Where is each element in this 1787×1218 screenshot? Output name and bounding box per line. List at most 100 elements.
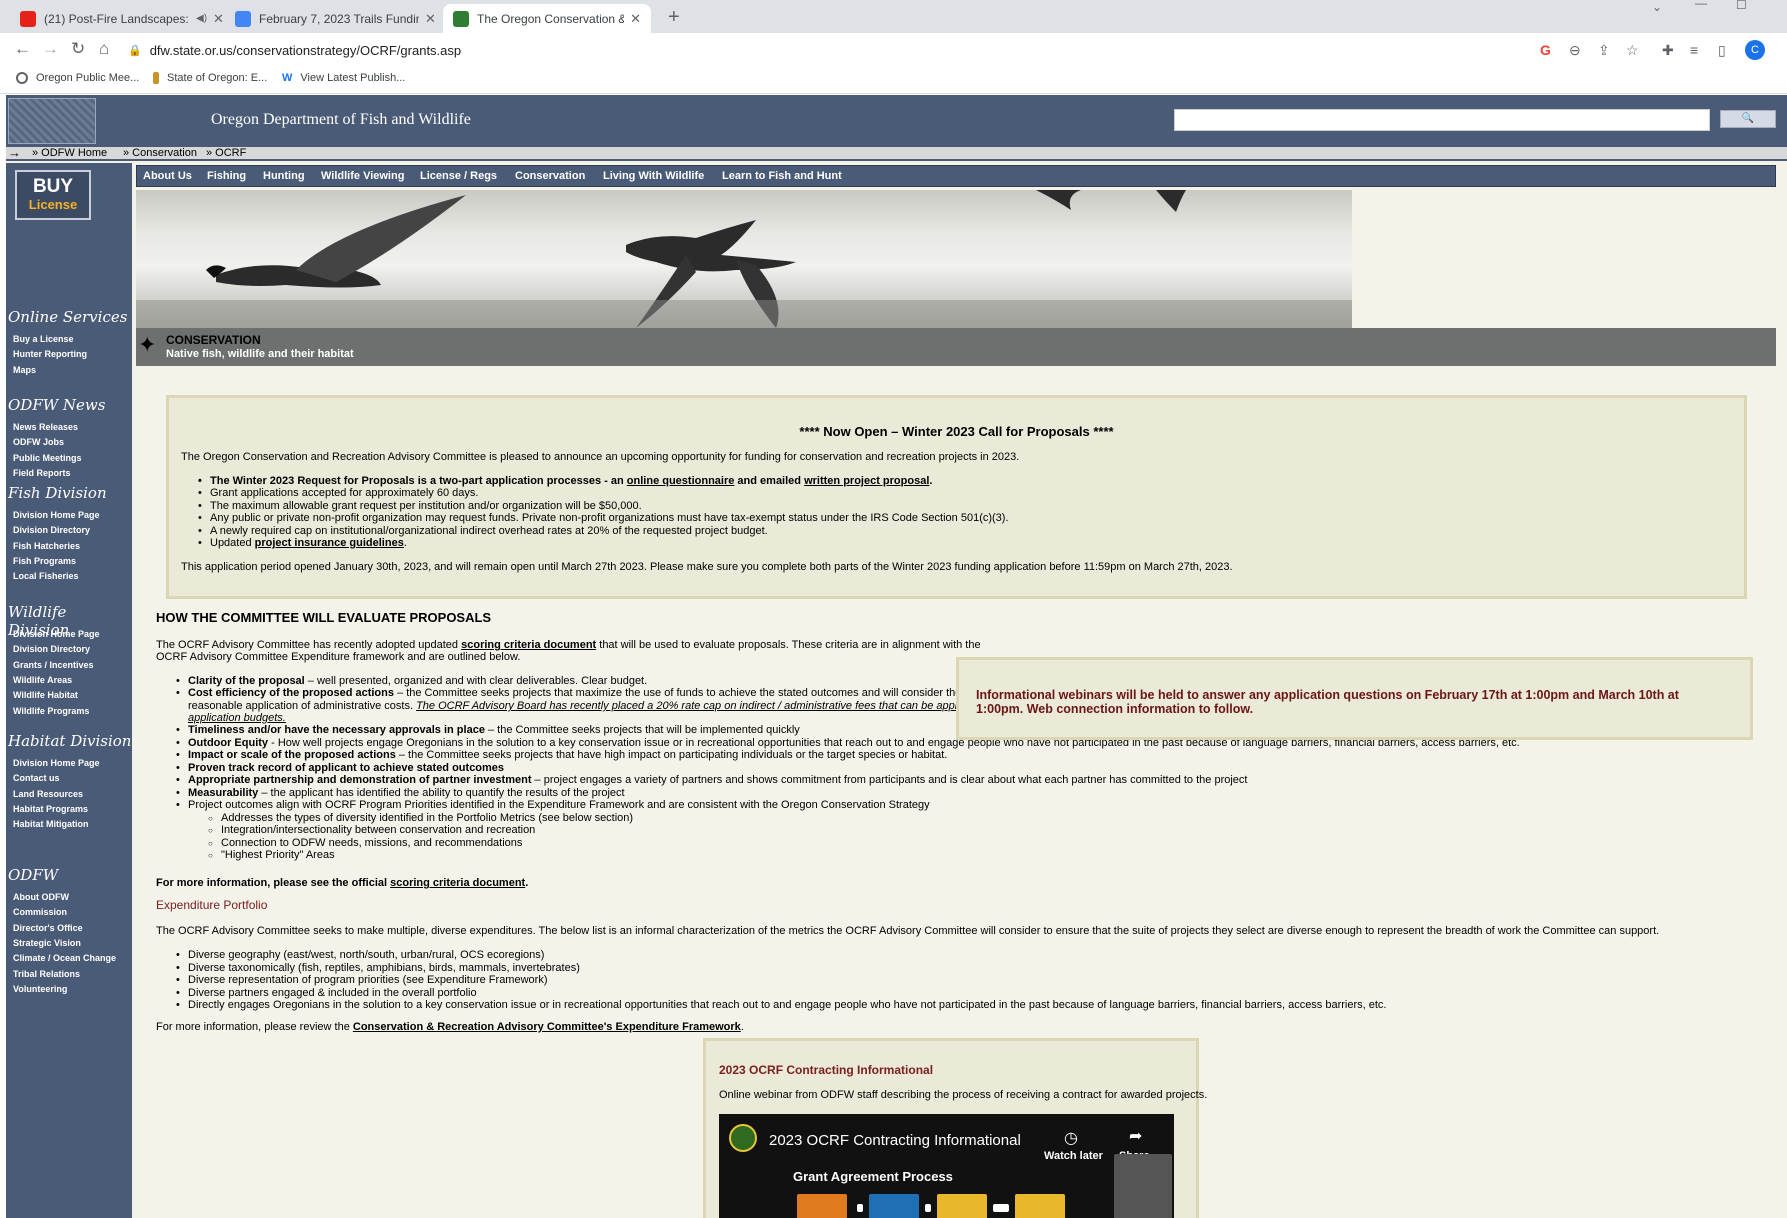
geese-illustration bbox=[136, 190, 1352, 328]
search-button[interactable]: 🔍 bbox=[1720, 110, 1776, 128]
sidebar-link[interactable]: Wildlife Areas bbox=[13, 675, 72, 685]
clock-icon[interactable]: ◷ bbox=[1064, 1128, 1078, 1148]
share-arrow-icon[interactable]: ➦ bbox=[1129, 1126, 1142, 1146]
bookmark-item[interactable]: State of Oregon: E... bbox=[153, 72, 267, 84]
written-project-proposal-link[interactable]: written project proposal bbox=[804, 475, 929, 487]
scoring-criteria-document-link[interactable]: scoring criteria document bbox=[390, 877, 525, 889]
nav-living-with-wildlife[interactable]: Living With Wildlife bbox=[603, 170, 704, 182]
forward-arrow-icon[interactable]: → bbox=[42, 39, 59, 59]
odfw-seal-logo[interactable] bbox=[8, 98, 96, 144]
breadcrumb-ocrf[interactable]: » OCRF bbox=[206, 147, 246, 159]
tab-search-icon[interactable]: ⌄ bbox=[1652, 0, 1662, 14]
nav-hunting[interactable]: Hunting bbox=[263, 170, 305, 182]
maximize-icon[interactable]: ☐ bbox=[1736, 0, 1747, 12]
sidebar-heading: Fish Division bbox=[8, 484, 107, 502]
sidebar-link[interactable]: ODFW Jobs bbox=[13, 437, 64, 447]
buy-license-button[interactable]: BUY License bbox=[15, 170, 91, 220]
watch-later-button[interactable]: Watch later bbox=[1044, 1150, 1103, 1162]
scoring-criteria-link[interactable]: scoring criteria document bbox=[461, 639, 596, 651]
sidebar-link[interactable]: Strategic Vision bbox=[13, 938, 81, 948]
odfw-channel-logo[interactable] bbox=[729, 1124, 757, 1152]
sidebar-link[interactable]: Contact us bbox=[13, 773, 60, 783]
close-tab-icon[interactable]: ✕ bbox=[630, 11, 641, 27]
portfolio-more-info: For more information, please review the … bbox=[156, 1021, 744, 1033]
share-icon[interactable]: ⇪ bbox=[1598, 42, 1610, 59]
sidebar-link[interactable]: Buy a License bbox=[13, 334, 74, 344]
new-tab-icon[interactable]: + bbox=[668, 6, 680, 29]
close-tab-icon[interactable]: ✕ bbox=[213, 11, 224, 27]
url-text[interactable]: dfw.state.or.us/conservationstrategy/OCR… bbox=[150, 43, 461, 58]
sidebar-link[interactable]: Division Home Page bbox=[13, 629, 100, 639]
sidebar-link[interactable]: Wildlife Programs bbox=[13, 706, 89, 716]
video-title[interactable]: 2023 OCRF Contracting Informational bbox=[769, 1132, 1021, 1149]
nav-fishing[interactable]: Fishing bbox=[207, 170, 246, 182]
back-arrow-icon[interactable]: ← bbox=[14, 39, 31, 59]
sidebar-link[interactable]: Local Fisheries bbox=[13, 571, 79, 581]
project-insurance-guidelines-link[interactable]: project insurance guidelines bbox=[255, 537, 404, 549]
reading-list-icon[interactable]: ≡ bbox=[1690, 42, 1698, 58]
expenditure-framework-link[interactable]: Conservation & Recreation Advisory Commi… bbox=[353, 1021, 741, 1033]
sidebar-link[interactable]: Division Home Page bbox=[13, 758, 100, 768]
web-page: Oregon Department of Fish and Wildlife 🔍… bbox=[6, 95, 1787, 1218]
home-icon[interactable]: ⌂ bbox=[99, 39, 109, 59]
sidebar-link[interactable]: Climate / Ocean Change bbox=[13, 953, 116, 963]
site-search-input[interactable] bbox=[1174, 109, 1710, 131]
sidebar-link[interactable]: About ODFW bbox=[13, 892, 69, 902]
online-questionnaire-link[interactable]: online questionnaire bbox=[627, 475, 735, 487]
bookmark-item[interactable]: W View Latest Publish... bbox=[282, 72, 405, 84]
google-lens-icon[interactable]: G bbox=[1540, 42, 1551, 58]
zoom-icon[interactable]: ⊖ bbox=[1569, 42, 1581, 59]
section-title: CONSERVATION bbox=[166, 333, 261, 347]
sidebar-link[interactable]: Land Resources bbox=[13, 789, 83, 799]
sidebar-link[interactable]: Maps bbox=[13, 365, 36, 375]
sidebar-link[interactable]: News Releases bbox=[13, 422, 78, 432]
site-title: Oregon Department of Fish and Wildlife bbox=[211, 111, 471, 128]
sidebar-link[interactable]: Wildlife Habitat bbox=[13, 690, 78, 700]
minimize-icon[interactable]: — bbox=[1695, 0, 1707, 10]
reload-icon[interactable]: ↻ bbox=[71, 39, 85, 59]
extensions-icon[interactable]: ✚ bbox=[1662, 42, 1674, 59]
rate-cap-link[interactable]: application budgets. bbox=[188, 712, 286, 724]
sidebar-link[interactable]: Tribal Relations bbox=[13, 969, 80, 979]
breadcrumb-home[interactable]: » ODFW Home bbox=[32, 147, 107, 159]
profile-avatar[interactable]: C bbox=[1745, 40, 1765, 60]
nav-license-regs[interactable]: License / Regs bbox=[420, 170, 497, 182]
webinar-notice-text: Informational webinars will be held to a… bbox=[976, 688, 1679, 716]
nav-conservation[interactable]: Conservation bbox=[515, 170, 585, 182]
sidebar-link[interactable]: Habitat Programs bbox=[13, 804, 88, 814]
close-tab-icon[interactable]: ✕ bbox=[425, 11, 436, 27]
breadcrumb-conservation[interactable]: » Conservation bbox=[123, 147, 197, 159]
sidebar-link[interactable]: Hunter Reporting bbox=[13, 349, 87, 359]
browser-tab-docs[interactable]: February 7, 2023 Trails Funding C ✕ bbox=[225, 4, 446, 33]
nav-wildlife-viewing[interactable]: Wildlife Viewing bbox=[321, 170, 404, 182]
sidebar-link[interactable]: Division Directory bbox=[13, 525, 90, 535]
browser-tab-odfw[interactable]: The Oregon Conservation & Rec ✕ bbox=[443, 4, 651, 33]
sidebar-link[interactable]: Director's Office bbox=[13, 923, 83, 933]
side-panel-icon[interactable]: ▯ bbox=[1718, 42, 1726, 59]
sidebar-link[interactable]: Division Directory bbox=[13, 644, 90, 654]
embedded-video-player[interactable]: 2023 OCRF Contracting Informational Gran… bbox=[719, 1114, 1174, 1218]
sidebar-link[interactable]: Fish Programs bbox=[13, 556, 76, 566]
evaluation-subcriterion: Integration/intersectionality between co… bbox=[208, 824, 535, 837]
nav-about-us[interactable]: About Us bbox=[143, 170, 192, 182]
sidebar-link[interactable]: Division Home Page bbox=[13, 510, 100, 520]
license-label: License bbox=[28, 197, 78, 212]
slide-flow-box bbox=[797, 1194, 847, 1218]
sidebar-link[interactable]: Field Reports bbox=[13, 468, 71, 478]
sidebar-link[interactable]: Commission bbox=[13, 907, 67, 917]
sidebar-link[interactable]: Habitat Mitigation bbox=[13, 819, 89, 829]
nav-learn-to-fish-and-hunt[interactable]: Learn to Fish and Hunt bbox=[722, 170, 842, 182]
sidebar-link[interactable]: Volunteering bbox=[13, 984, 67, 994]
sidebar-link[interactable]: Public Meetings bbox=[13, 453, 82, 463]
announcement-bullet: A newly required cap on institutional/or… bbox=[198, 525, 768, 538]
rate-cap-link[interactable]: The OCRF Advisory Board has recently pla… bbox=[416, 700, 984, 712]
speaker-icon[interactable]: ◀) bbox=[196, 13, 207, 24]
slide-arrow bbox=[993, 1204, 1009, 1212]
bookmark-star-icon[interactable]: ☆ bbox=[1626, 42, 1639, 59]
bookmark-item[interactable]: Oregon Public Mee... bbox=[16, 72, 139, 84]
browser-tab-youtube[interactable]: (21) Post-Fire Landscapes: W ◀) ✕ bbox=[10, 4, 234, 33]
lock-icon[interactable]: 🔒 bbox=[128, 44, 142, 57]
sidebar-link[interactable]: Fish Hatcheries bbox=[13, 541, 80, 551]
address-bar[interactable]: 🔒 dfw.state.or.us/conservationstrategy/O… bbox=[128, 36, 1528, 64]
sidebar-link[interactable]: Grants / Incentives bbox=[13, 660, 94, 670]
